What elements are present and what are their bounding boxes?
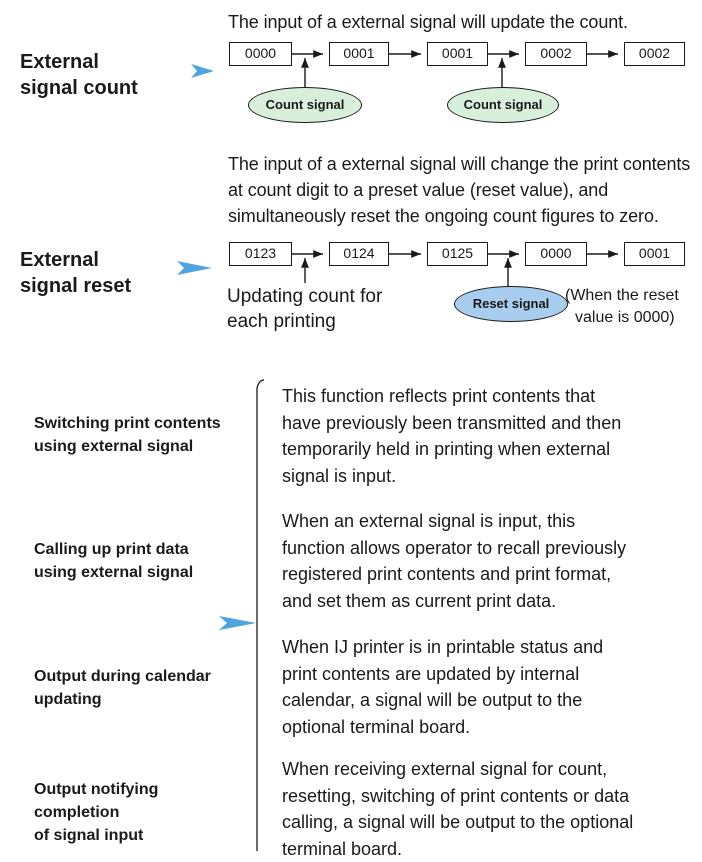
reset-box: 0000: [525, 242, 587, 266]
count-box: 0001: [329, 42, 389, 66]
reset-box: 0125: [427, 242, 488, 266]
feature-desc-switching: This function reflects print contents th…: [282, 386, 622, 486]
pointer-arrow-count: [191, 64, 214, 78]
feature-desc-calendar: When IJ printer is in printable status a…: [282, 637, 604, 737]
reset-section-title: External signal reset: [20, 249, 132, 297]
feature-title-notifying: Output notifying completion of signal in…: [34, 781, 159, 844]
feature-desc-calling: When an external signal is input, this f…: [282, 511, 627, 611]
reset-signal-badge: Reset signal: [454, 286, 568, 322]
pointer-arrow-reset: [177, 261, 212, 275]
feature-desc-notifying: When receiving external signal for count…: [282, 759, 634, 859]
count-signal-badge: Count signal: [248, 87, 362, 123]
updating-count-note: Updating count for each printing: [227, 286, 383, 332]
feature-title-calling: Calling up print data using external sig…: [34, 541, 194, 581]
count-caption: The input of a external signal will upda…: [228, 12, 628, 32]
reset-box: 0123: [229, 242, 292, 266]
count-box: 0002: [624, 42, 685, 66]
feature-title-calendar: Output during calendar updating: [34, 668, 211, 708]
count-box: 0000: [229, 42, 292, 66]
count-section-title: External signal count: [20, 51, 138, 99]
reset-caption: The input of a external signal will chan…: [228, 154, 691, 226]
reset-value-note: (When the reset value is 0000): [565, 287, 679, 326]
count-box: 0002: [525, 42, 587, 66]
reset-box: 0124: [329, 242, 389, 266]
count-box: 0001: [427, 42, 488, 66]
feature-title-switching: Switching print contents using external …: [34, 415, 221, 455]
reset-box: 0001: [624, 242, 685, 266]
count-signal-badge: Count signal: [447, 87, 559, 123]
features-bracket: [256, 379, 265, 851]
pointer-arrow-features: [219, 616, 256, 630]
